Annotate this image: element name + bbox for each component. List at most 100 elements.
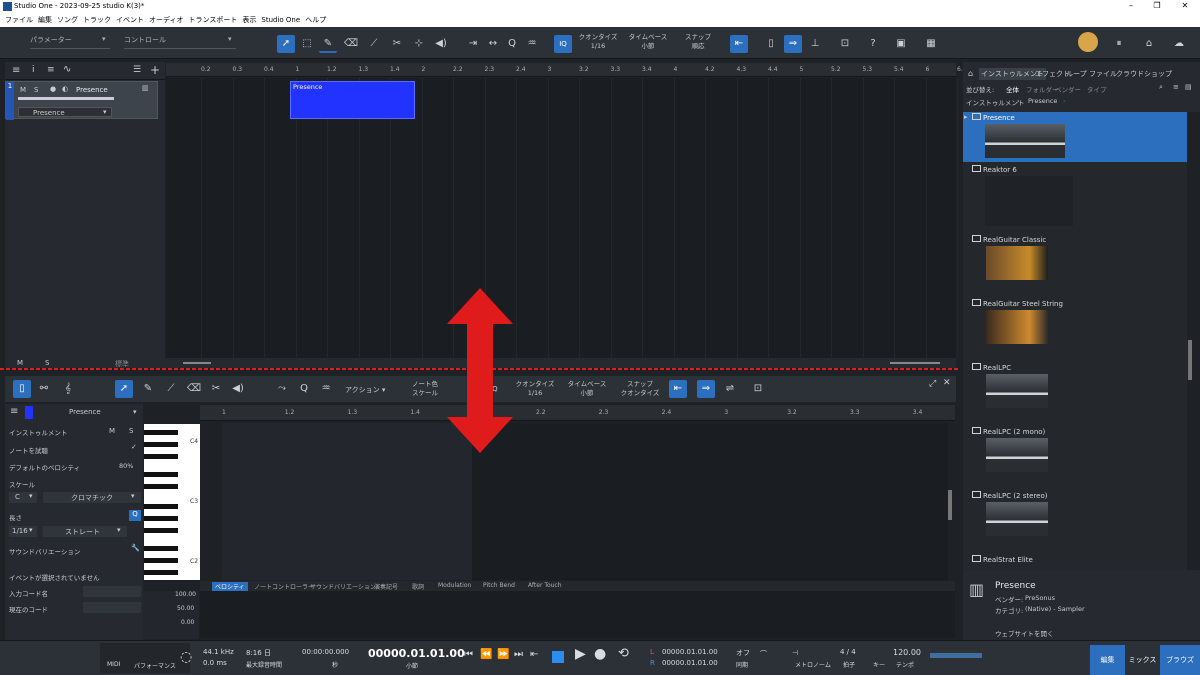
menu-song[interactable]: ソング (57, 15, 78, 25)
groove-icon[interactable]: ♒ (317, 380, 335, 398)
rewind-icon[interactable]: ⏪ (480, 649, 492, 660)
maximize-icon[interactable]: ❐ (1150, 1, 1164, 12)
global-mute-button[interactable]: M (17, 359, 23, 367)
search-icon[interactable]: ⌕ (1159, 83, 1163, 92)
minimize-icon[interactable]: – (1124, 1, 1138, 12)
list-item[interactable]: RealGuitar Classic (963, 234, 1187, 292)
tab-velocity[interactable]: ベロシティ (212, 582, 248, 591)
loop-icon[interactable]: ⟲ (618, 646, 629, 661)
menu-event[interactable]: イベント (116, 15, 144, 25)
snap-control[interactable]: スナップ 順応 (678, 33, 718, 51)
score-editor-icon[interactable]: 𝄞 (59, 380, 77, 398)
breadcrumb-item[interactable]: Presence (1028, 97, 1057, 105)
tab-sound-variation[interactable]: サウンドバリエーション (310, 582, 376, 591)
record-panel-icon[interactable]: ⏸ (1110, 35, 1128, 53)
close-editor-icon[interactable]: ✕ (943, 378, 951, 388)
current-chord-field[interactable] (83, 602, 141, 613)
note-grid[interactable] (472, 423, 948, 580)
volume-slider[interactable] (18, 97, 114, 100)
arrow-tool-icon[interactable]: ➚ (277, 35, 295, 53)
snapshot-icon[interactable]: ⊡ (749, 380, 767, 398)
mute-tool-icon[interactable]: ✂ (388, 35, 406, 53)
v-scrollbar[interactable] (948, 490, 952, 520)
follow-icon[interactable]: ⇒ (784, 35, 802, 53)
expand-icon[interactable]: ⤢ (929, 379, 936, 389)
list-item[interactable]: RealLPC (2 stereo) (963, 490, 1187, 548)
eraser-tool-icon[interactable]: ⌫ (342, 35, 360, 53)
instrument-part[interactable]: Presence (290, 81, 415, 119)
list-item[interactable]: RealStrat Elite (963, 554, 1187, 570)
record-icon[interactable]: ● (50, 85, 56, 93)
key-dropdown[interactable]: C ▾ (9, 492, 37, 503)
tab-cloud[interactable]: クラウド (1116, 69, 1144, 79)
snap-toggle-icon[interactable]: ⇤ (730, 35, 748, 53)
tab-pitch-bend[interactable]: Pitch Bend (483, 582, 515, 589)
time-signature[interactable]: 4 / 4 (840, 648, 856, 656)
sort-folder[interactable]: フォルダー (1026, 84, 1059, 94)
list-item[interactable]: ▸ Presence (963, 112, 1187, 162)
mute-button[interactable]: M (20, 86, 26, 94)
tab-loops[interactable]: ループ (1066, 69, 1087, 79)
mute-tool-icon[interactable]: ✂ (207, 380, 225, 398)
cloud-icon[interactable]: ☁ (1170, 35, 1188, 53)
list-view-icon[interactable]: ≡ (1173, 83, 1179, 91)
tab-shop[interactable]: ショップ (1144, 69, 1172, 79)
sort-vendor[interactable]: ベンダー (1055, 84, 1081, 94)
piano-keyboard[interactable]: C4 C3 C2 (144, 424, 200, 580)
chevron-down-icon[interactable]: ▾ (133, 408, 137, 416)
right-locator[interactable]: 00000.01.01.00 (662, 659, 718, 667)
website-link[interactable]: ウェブサイトを開く (995, 628, 1054, 638)
menu-studio-one[interactable]: Studio One (261, 16, 300, 24)
fast-forward-icon[interactable]: ⏩ (497, 649, 509, 660)
groove-icon[interactable]: ♒ (523, 35, 541, 53)
position-display[interactable]: 00000.01.01.00 (368, 647, 465, 660)
menu-file[interactable]: ファイル (5, 15, 33, 25)
record-icon[interactable]: ● (594, 646, 606, 662)
menu-view[interactable]: 表示 (242, 15, 256, 25)
track-name[interactable]: Presence (76, 86, 108, 94)
zoom-slider[interactable] (890, 362, 940, 364)
quantize-control[interactable]: クオンタイズ 1/16 (578, 33, 618, 51)
list-item[interactable]: RealGuitar Steel String (963, 298, 1187, 356)
input-chord-field[interactable] (83, 586, 141, 597)
home-icon[interactable]: ⌂ (968, 69, 973, 78)
instrument-selector[interactable]: Presence ▾ (18, 107, 112, 117)
length-mode-dropdown[interactable]: ストレート ▾ (43, 526, 127, 537)
sync-value[interactable]: オフ (736, 648, 750, 658)
play-icon[interactable]: ▶ (575, 646, 586, 662)
close-icon[interactable]: ✕ (1178, 1, 1192, 12)
mix-view-button[interactable]: ミックス (1125, 645, 1160, 675)
video-icon[interactable]: ▣ (892, 35, 910, 53)
view-icon[interactable]: ▤ (1185, 83, 1192, 91)
tab-articulation[interactable]: 演奏記号 (374, 582, 398, 591)
h-scrollbar[interactable] (183, 362, 211, 364)
control-dropdown[interactable]: コントロール ▾ (124, 35, 236, 49)
track-list-icon[interactable]: ☰ (133, 65, 141, 75)
listen-tool-icon[interactable]: ◀) (229, 380, 247, 398)
track-row[interactable]: 1 M S ● ◐ Presence ▥ Presence ▾ (5, 81, 158, 120)
tab-lyrics[interactable]: 歌詞 (412, 582, 424, 591)
quantize-control[interactable]: クオンタイズ 1/16 (513, 380, 557, 398)
split-tool-icon[interactable]: ⊹ (410, 35, 428, 53)
solo-button[interactable]: S (34, 86, 38, 94)
arrange-view[interactable] (166, 78, 958, 358)
range-tool-icon[interactable]: ⬚ (298, 35, 316, 53)
parameter-dropdown[interactable]: パラメーター ▾ (30, 35, 110, 49)
snapshot-icon[interactable]: ⊡ (836, 35, 854, 53)
listen-tool-icon[interactable]: ◀) (432, 35, 450, 53)
iq-button[interactable]: IQ (554, 35, 572, 53)
layout-icon[interactable]: ▦ (922, 35, 940, 53)
action-dropdown[interactable]: アクション ▾ (345, 385, 385, 395)
menu-edit[interactable]: 編集 (38, 15, 52, 25)
monitor-icon[interactable]: ◐ (62, 85, 68, 93)
left-locator[interactable]: 00000.01.01.00 (662, 648, 718, 656)
list-item[interactable]: RealLPC (963, 362, 1187, 420)
default-velocity-value[interactable]: 80% (119, 462, 133, 470)
timeline-ruler[interactable]: 0.2 0.3 0.4 1 1.2 1.3 1.4 2 2.2 2.3 2.4 3 3.2 3.3 3.4 4… (166, 63, 967, 77)
pencil-tool-icon[interactable]: ✎ (139, 380, 157, 398)
follow-icon[interactable]: ⇒ (697, 380, 715, 398)
global-solo-button[interactable]: S (45, 359, 49, 367)
drum-editor-icon[interactable]: ⚯ (35, 380, 53, 398)
transform-icon[interactable]: ⤳ (273, 380, 291, 398)
cursor-icon[interactable]: ⇌ (721, 380, 739, 398)
